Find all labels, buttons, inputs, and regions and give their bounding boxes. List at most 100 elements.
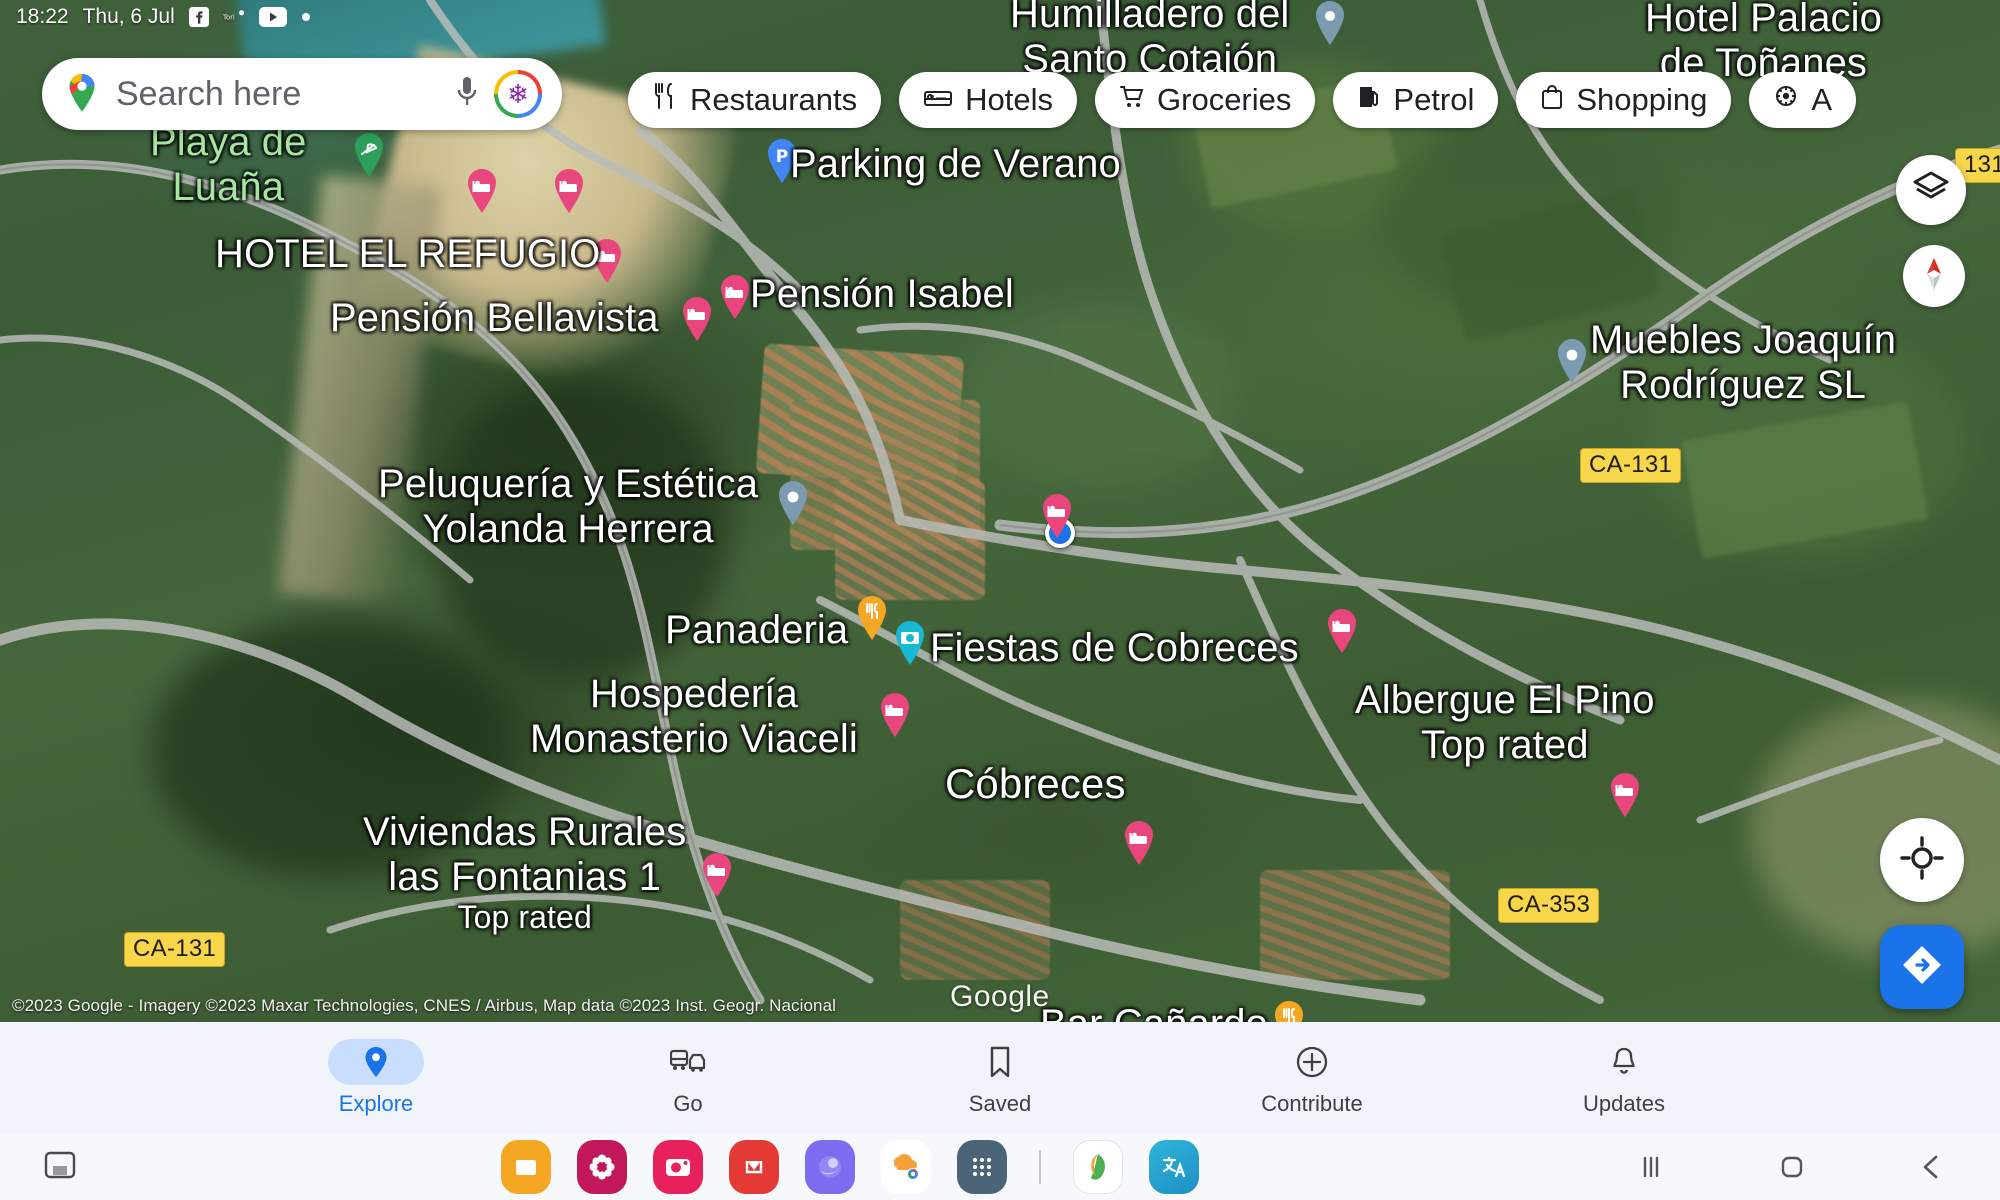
compass-button[interactable] xyxy=(1903,245,1965,307)
pin-hotel-2[interactable] xyxy=(552,168,586,214)
directions-button[interactable] xyxy=(1880,925,1964,1009)
system-taskbar[interactable] xyxy=(0,1134,2000,1200)
search-input[interactable]: Search here xyxy=(116,75,440,114)
facebook-icon xyxy=(188,7,209,27)
nav-item-saved[interactable]: Saved xyxy=(925,1039,1075,1117)
bottom-navigation[interactable]: Explore Go Saved Contribute Updates xyxy=(0,1022,2000,1134)
pin-bakery[interactable] xyxy=(855,595,889,641)
pin-furniture-store[interactable] xyxy=(1555,338,1589,384)
pin-hotel-south[interactable] xyxy=(1122,820,1156,866)
chip-label: Restaurants xyxy=(690,82,858,117)
map-label-viviendas-rurales[interactable]: Viviendas Rurales las Fontanias 1 Top rate… xyxy=(363,810,686,935)
chip-attractions[interactable]: A xyxy=(1749,72,1857,128)
chrome-drive-app-icon[interactable] xyxy=(881,1140,931,1194)
my-location-icon xyxy=(1900,835,1944,885)
my-files-app-icon[interactable] xyxy=(501,1140,551,1194)
shield-ca-131-right[interactable]: CA-131 xyxy=(1580,448,1682,483)
map-canvas[interactable]: P Playa de Luaña Humilladero del Santo Cota… xyxy=(0,0,2000,1022)
back-button[interactable] xyxy=(1916,1151,1946,1183)
chip-groceries[interactable]: Groceries xyxy=(1095,72,1316,128)
pin-beach[interactable] xyxy=(352,132,386,178)
shopping-bag-icon xyxy=(1540,82,1564,118)
nav-item-explore[interactable]: Explore xyxy=(301,1039,451,1117)
pin-hotel-isabel[interactable] xyxy=(718,274,752,320)
svg-text:P: P xyxy=(776,147,788,167)
dot-icon xyxy=(301,12,311,22)
pin-hotel-central[interactable] xyxy=(1040,493,1074,539)
map-label-pension-bellavista[interactable]: Pensión Bellavista xyxy=(330,296,659,341)
map-label-peluqueria-yolanda[interactable]: Peluquería y Estética Yolanda Herrera xyxy=(378,462,758,552)
pin-restaurant-bar[interactable] xyxy=(1272,1000,1306,1022)
search-bar[interactable]: Search here ❄ xyxy=(42,58,562,130)
nav-label: Updates xyxy=(1583,1091,1665,1116)
nav-label: Go xyxy=(673,1091,703,1116)
account-avatar-icon[interactable]: ❄ xyxy=(494,70,542,118)
google-maps-pin-icon xyxy=(62,71,102,117)
pin-photo-fiestas[interactable] xyxy=(893,620,927,666)
avatar-glyph: ❄ xyxy=(498,74,538,114)
gallery-app-icon[interactable] xyxy=(577,1140,627,1194)
google-watermark: Google xyxy=(950,980,1050,1013)
nav-label: Saved xyxy=(968,1091,1032,1116)
nav-item-contribute[interactable]: Contribute xyxy=(1237,1039,1387,1117)
pin-hotel-bellavista[interactable] xyxy=(680,296,714,342)
map-label-pension-isabel[interactable]: Pensión Isabel xyxy=(750,272,1014,317)
map-label-panaderia[interactable]: Panaderia xyxy=(665,608,848,653)
chip-label: A xyxy=(1811,82,1833,117)
taskbar-separator xyxy=(1039,1150,1041,1184)
map-label-bar-canardo[interactable]: Bar Cañardo xyxy=(1040,1002,1268,1022)
chip-label: Petrol xyxy=(1393,82,1475,117)
camera-app-icon[interactable] xyxy=(653,1140,703,1194)
leaf-app-icon[interactable] xyxy=(1073,1140,1123,1194)
google-maps-screen: P Playa de Luaña Humilladero del Santo Cota… xyxy=(0,0,2000,1200)
explore-pin-icon xyxy=(328,1039,424,1085)
chip-restaurants[interactable]: Restaurants xyxy=(628,72,882,128)
my-location-button[interactable] xyxy=(1880,818,1964,902)
commute-icon xyxy=(640,1039,736,1085)
compass-icon xyxy=(1917,254,1951,299)
pin-hotel-albergue1[interactable] xyxy=(1325,608,1359,654)
chip-shopping[interactable]: Shopping xyxy=(1516,72,1732,128)
chip-petrol[interactable]: Petrol xyxy=(1333,72,1499,128)
map-label-parking-de-verano[interactable]: Parking de Verano xyxy=(790,142,1121,187)
pin-hairdresser[interactable] xyxy=(776,480,810,526)
system-nav-buttons[interactable] xyxy=(1580,1151,2000,1183)
map-label-muebles-joaquin[interactable]: Muebles Joaquín Rodríguez SL xyxy=(1590,318,1896,408)
nav-item-go[interactable]: Go xyxy=(613,1039,763,1117)
home-button[interactable] xyxy=(1776,1151,1808,1183)
pin-hotel-fontanias[interactable] xyxy=(700,852,734,898)
bookmark-icon xyxy=(952,1039,1048,1085)
shopping-cart-icon xyxy=(1119,82,1145,118)
pin-hotel-viaceli[interactable] xyxy=(878,692,912,738)
translate-app-icon[interactable] xyxy=(1149,1140,1199,1194)
nav-item-updates[interactable]: Updates xyxy=(1549,1039,1699,1117)
internet-app-icon[interactable] xyxy=(805,1140,855,1194)
pin-hotel-1[interactable] xyxy=(465,168,499,214)
email-app-icon[interactable] xyxy=(729,1140,779,1194)
map-label-cobreces[interactable]: Cóbreces xyxy=(945,760,1126,807)
layers-button[interactable] xyxy=(1896,155,1966,225)
shield-ca-353[interactable]: CA-353 xyxy=(1498,888,1600,923)
map-attribution: ©2023 Google - Imagery ©2023 Maxar Techn… xyxy=(12,996,837,1015)
attractions-ferris-wheel-icon xyxy=(1773,82,1799,118)
category-chips[interactable]: Restaurants Hotels Groceries Petrol Shop… xyxy=(628,72,1857,128)
pin-hotel-albergue2[interactable] xyxy=(1608,772,1642,818)
shield-ca-131-left[interactable]: CA-131 xyxy=(124,932,226,967)
map-label-fiestas-de-cobreces[interactable]: Fiestas de Cobreces xyxy=(930,626,1299,671)
recents-button[interactable] xyxy=(1634,1153,1668,1181)
screenshot-button[interactable] xyxy=(0,1148,120,1187)
hotel-bed-icon xyxy=(923,82,953,118)
map-label-hospederia-viaceli[interactable]: Hospedería Monasterio Viaceli xyxy=(530,672,858,762)
nav-label: Explore xyxy=(338,1091,414,1116)
map-label-hotel-el-refugio[interactable]: HOTEL EL REFUGIO xyxy=(215,232,600,277)
microphone-icon[interactable] xyxy=(454,74,480,115)
chip-hotels[interactable]: Hotels xyxy=(899,72,1078,128)
screenshot-icon xyxy=(43,1148,77,1187)
apps-drawer-icon[interactable] xyxy=(957,1140,1007,1194)
chip-label: Groceries xyxy=(1157,82,1292,117)
map-label-albergue-el-pino[interactable]: Albergue El Pino Top rated xyxy=(1355,678,1655,768)
map-label-playa-de-luana[interactable]: Playa de Luaña xyxy=(150,120,306,210)
tori-icon: Tori xyxy=(223,8,245,26)
directions-icon xyxy=(1899,942,1945,993)
taskbar-apps[interactable] xyxy=(120,1140,1580,1194)
